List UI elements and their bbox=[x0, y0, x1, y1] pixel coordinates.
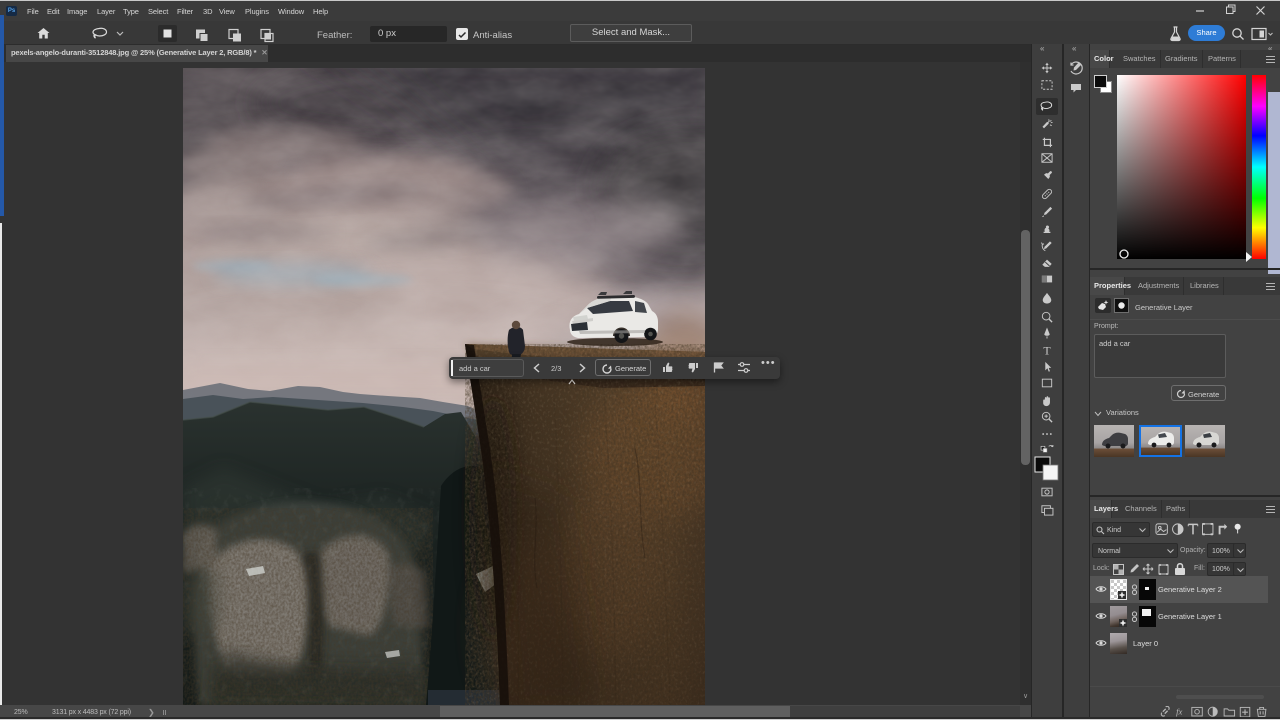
svg-text:fx: fx bbox=[1176, 707, 1182, 717]
svg-text:T: T bbox=[1043, 343, 1051, 357]
